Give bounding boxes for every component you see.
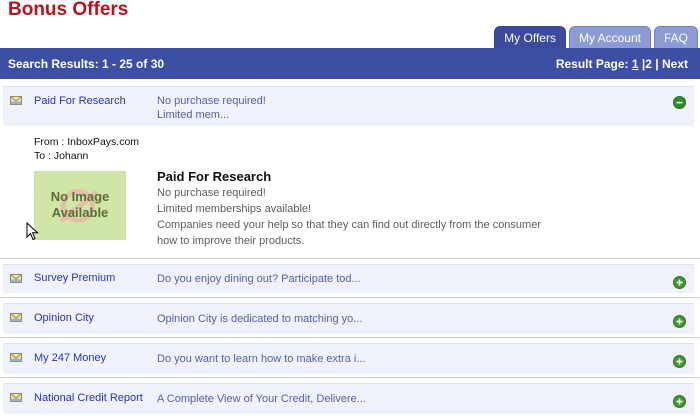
plus-icon <box>676 279 683 286</box>
detail-text: No purchase required! Limited membership… <box>157 185 587 249</box>
offer-title[interactable]: National Credit Report <box>34 392 143 404</box>
offer-details: From : InboxPays.com To : Johann No Imag… <box>3 126 694 256</box>
results-bar: Search Results: 1 - 25 of 30 Result Page… <box>0 48 700 79</box>
offer-description-line: Limited mem... <box>157 109 230 121</box>
to-line: To : Johann <box>34 150 89 162</box>
offer-description: No purchase required! Limited mem... <box>157 94 266 122</box>
divider <box>0 297 700 298</box>
offer-description: A Complete View of Your Credit, Delivere… <box>157 393 366 405</box>
offer-title[interactable]: Opinion City <box>34 312 94 324</box>
tab-my-account[interactable]: My Account <box>568 26 651 48</box>
detail-line: how to improve their products. <box>157 235 305 247</box>
page-link-2[interactable]: 2 <box>645 57 652 71</box>
plus-icon <box>676 358 683 365</box>
expand-button[interactable] <box>673 276 686 289</box>
offer-description: Opinion City is dedicated to matching yo… <box>157 313 363 325</box>
expand-button[interactable] <box>673 395 686 408</box>
detail-line: No purchase required! <box>157 187 266 199</box>
results-summary: Search Results: 1 - 25 of 30 <box>8 57 165 71</box>
from-line: From : InboxPays.com <box>34 136 140 148</box>
collapse-button[interactable] <box>673 96 686 109</box>
offer-row[interactable]: Survey Premium Do you enjoy dining out? … <box>3 264 694 293</box>
plus-icon <box>676 318 683 325</box>
offer-row[interactable]: Opinion City Opinion City is dedicated t… <box>3 303 694 334</box>
tab-bar: My Offers My Account FAQ <box>494 26 698 48</box>
tab-faq[interactable]: FAQ <box>653 26 698 48</box>
envelope-icon <box>10 274 22 283</box>
expand-button[interactable] <box>673 315 686 328</box>
pagination: Result Page: 1 |2 | Next <box>556 57 688 71</box>
detail-line: Limited memberships available! <box>157 203 312 215</box>
detail-title: Paid For Research <box>157 169 272 184</box>
result-page-label: Result Page: <box>555 57 629 71</box>
divider <box>0 337 700 338</box>
image-placeholder-text: Available <box>51 205 109 220</box>
image-placeholder-text: No Image <box>50 189 110 204</box>
offer-description: Do you enjoy dining out? Participate tod… <box>157 273 361 285</box>
envelope-icon <box>10 393 22 402</box>
offer-row[interactable]: National Credit Report A Complete View o… <box>3 383 694 414</box>
offer-title[interactable]: My 247 Money <box>34 352 106 364</box>
next-page-link[interactable]: Next <box>662 57 688 71</box>
envelope-icon <box>10 313 22 322</box>
minus-icon <box>676 101 683 104</box>
offer-title[interactable]: Survey Premium <box>34 272 115 284</box>
offer-row[interactable]: Paid For Research No purchase required! … <box>3 86 694 126</box>
page-separator: | <box>655 57 659 71</box>
divider <box>0 377 700 378</box>
plus-icon <box>676 398 683 405</box>
tab-my-offers[interactable]: My Offers <box>494 26 566 48</box>
no-image-placeholder: No Image Available <box>34 171 126 240</box>
offer-description: Do you want to learn how to make extra i… <box>157 353 366 365</box>
mouse-pointer-icon <box>26 222 39 241</box>
offer-title[interactable]: Paid For Research <box>34 95 126 107</box>
offer-description-line: No purchase required! <box>157 95 266 107</box>
detail-line: Companies need your help so that they ca… <box>157 219 541 231</box>
expand-button[interactable] <box>673 355 686 368</box>
offer-row[interactable]: My 247 Money Do you want to learn how to… <box>3 343 694 374</box>
divider <box>0 258 700 259</box>
page-title: Bonus Offers <box>8 0 129 20</box>
envelope-icon <box>10 353 22 362</box>
page-link-1[interactable]: 1 <box>632 57 639 71</box>
envelope-icon <box>10 96 22 105</box>
sender-info: From : InboxPays.com To : Johann <box>34 135 139 163</box>
